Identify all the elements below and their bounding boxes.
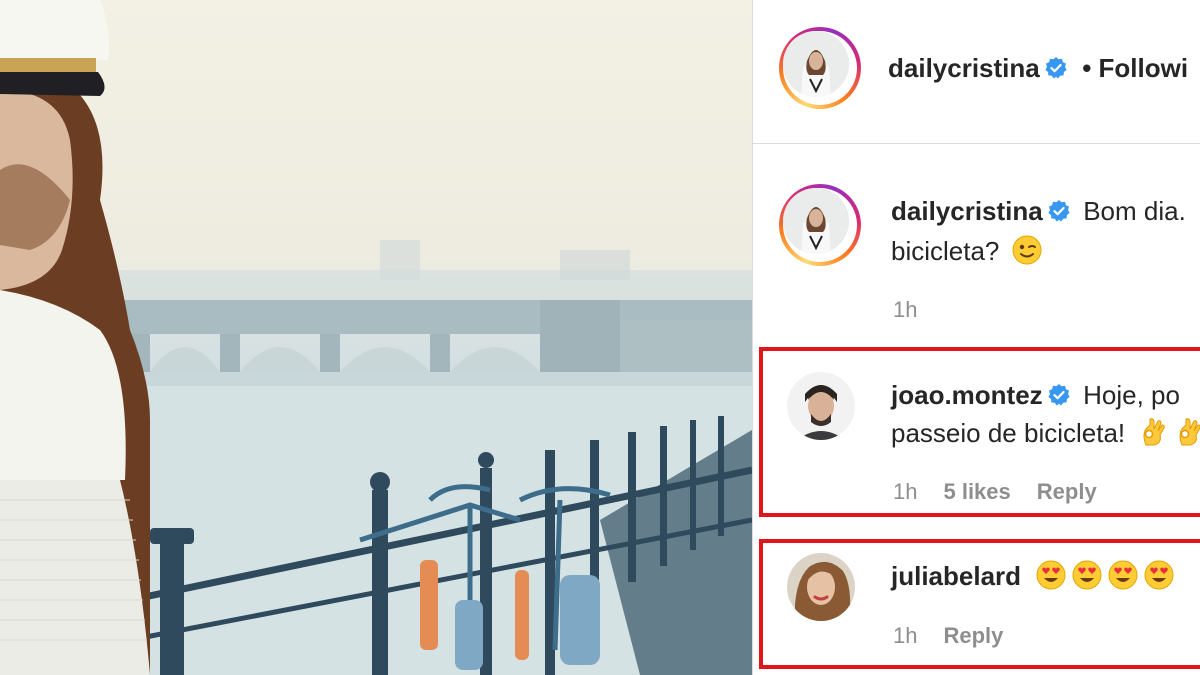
ok-hand-emoji bbox=[1179, 418, 1200, 446]
comment-text-emojis bbox=[1036, 560, 1180, 590]
author-avatar-story-ring[interactable] bbox=[779, 27, 861, 109]
caption-text-continued: bicicleta? bbox=[891, 236, 1000, 266]
winking-face-emoji bbox=[1012, 235, 1042, 265]
caption-username[interactable]: dailycristina bbox=[891, 196, 1043, 226]
comment-text: Hoje, po bbox=[1083, 380, 1180, 410]
post-photo-illustration bbox=[0, 0, 752, 675]
heart-eyes-emoji bbox=[1108, 560, 1137, 590]
comment-avatar[interactable] bbox=[787, 553, 855, 621]
caption-meta: 1h bbox=[893, 297, 943, 323]
comment-avatar[interactable] bbox=[787, 372, 855, 440]
comment-time[interactable]: 1h bbox=[893, 479, 917, 504]
post-photo[interactable] bbox=[0, 0, 752, 675]
comment-line-1: joao.montez Hoje, po bbox=[891, 376, 1180, 419]
caption-text: Bom dia. bbox=[1083, 196, 1186, 226]
comment-text-continued: passeio de bicicleta! bbox=[891, 418, 1126, 448]
post-header: dailycristina • Followi bbox=[753, 0, 1200, 144]
comment-meta: 1h 5 likes Reply bbox=[893, 479, 1123, 505]
comment-likes-count[interactable]: 5 likes bbox=[943, 479, 1010, 504]
reply-button[interactable]: Reply bbox=[1037, 479, 1097, 504]
post-side-panel: dailycristina • Followi dailycristina Bo… bbox=[752, 0, 1200, 675]
comment-meta: 1h Reply bbox=[893, 623, 1029, 649]
following-button[interactable]: • Followi bbox=[1082, 53, 1188, 83]
verified-badge-icon bbox=[1048, 384, 1070, 406]
ok-hand-emoji bbox=[1143, 418, 1165, 446]
comment-time[interactable]: 1h bbox=[893, 623, 917, 648]
reply-button[interactable]: Reply bbox=[943, 623, 1003, 648]
heart-eyes-emoji bbox=[1036, 560, 1065, 590]
caption-avatar bbox=[783, 188, 849, 254]
heart-eyes-emoji bbox=[1072, 560, 1101, 590]
comment-username[interactable]: juliabelard bbox=[891, 561, 1021, 591]
caption-line-1: dailycristina Bom dia. bbox=[891, 192, 1186, 235]
verified-badge-icon bbox=[1045, 57, 1067, 79]
comment-username[interactable]: joao.montez bbox=[891, 380, 1043, 410]
verified-badge-icon bbox=[1048, 200, 1070, 222]
author-username[interactable]: dailycristina bbox=[888, 53, 1040, 83]
heart-eyes-emoji bbox=[1144, 560, 1173, 590]
caption-line-2: bicicleta? bbox=[891, 232, 1048, 275]
comment-line-1: juliabelard bbox=[891, 557, 1180, 600]
author-avatar bbox=[783, 31, 849, 97]
comment-line-2: passeio de bicicleta! bbox=[891, 414, 1200, 457]
caption-avatar-story-ring[interactable] bbox=[779, 184, 861, 266]
caption-time[interactable]: 1h bbox=[893, 297, 917, 322]
